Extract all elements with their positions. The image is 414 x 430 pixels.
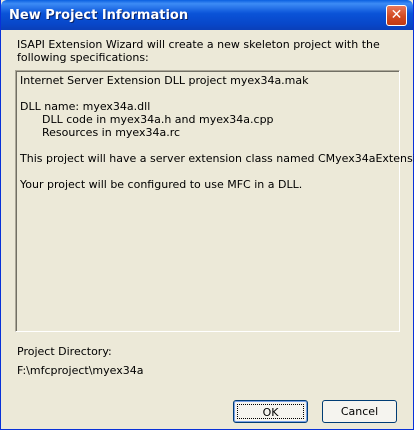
project-directory-value: F:\mfcproject\myex34a	[17, 364, 144, 377]
resources-line: Resources in myex34a.rc	[42, 126, 181, 139]
cancel-button[interactable]: Cancel	[322, 400, 397, 423]
dialog-title: New Project Information	[9, 8, 189, 23]
extension-class-line: This project will have a server extensio…	[20, 152, 414, 165]
specifications-box: Internet Server Extension DLL project my…	[15, 70, 414, 332]
title-bar[interactable]: New Project Information ✕	[1, 0, 413, 30]
close-button[interactable]: ✕	[386, 5, 407, 26]
new-project-information-dialog: New Project Information ✕ ISAPI Extensio…	[0, 0, 414, 430]
dll-code-line: DLL code in myex34a.h and myex34a.cpp	[42, 113, 274, 126]
ok-button[interactable]: OK	[233, 400, 308, 423]
ok-button-label: OK	[237, 404, 304, 419]
mfc-note-line: Your project will be configured to use M…	[20, 178, 303, 191]
project-file-line: Internet Server Extension DLL project my…	[20, 74, 309, 87]
close-icon: ✕	[390, 7, 403, 23]
intro-text: ISAPI Extension Wizard will create a new…	[17, 38, 380, 64]
dll-name-line: DLL name: myex34a.dll	[20, 100, 151, 113]
project-directory-label: Project Directory:	[17, 345, 112, 358]
